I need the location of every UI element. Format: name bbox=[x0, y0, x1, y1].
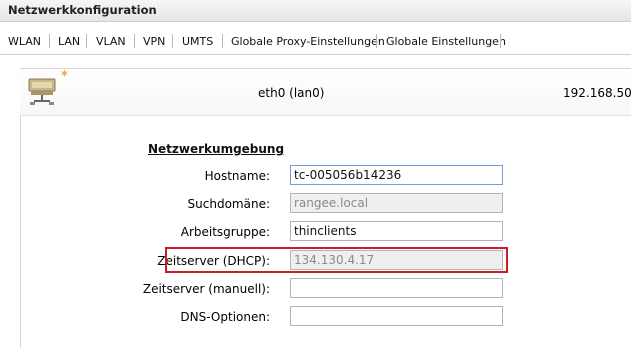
workgroup-label: Arbeitsgruppe: bbox=[180, 225, 270, 239]
interface-row[interactable]: * eth0 (lan0) 192.168.50.2 bbox=[20, 69, 631, 116]
hostname-input[interactable] bbox=[290, 165, 503, 185]
modified-marker: * bbox=[61, 69, 68, 84]
tab-lan[interactable]: LAN bbox=[58, 35, 80, 48]
tab-separator bbox=[134, 34, 135, 48]
tab-separator bbox=[86, 34, 87, 48]
tab-wlan[interactable]: WLAN bbox=[8, 35, 41, 48]
tab-vlan[interactable]: VLAN bbox=[96, 35, 126, 48]
timeserver-manual-label: Zeitserver (manuell): bbox=[142, 282, 270, 296]
workgroup-input[interactable] bbox=[290, 221, 503, 241]
tab-separator bbox=[49, 34, 50, 48]
tab-global-proxy-settings[interactable]: Globale Proxy-Einstellungen bbox=[231, 35, 385, 48]
interface-ip: 192.168.50.2 bbox=[563, 86, 631, 100]
window-titlebar: Netzwerkkonfiguration bbox=[0, 0, 631, 22]
hostname-label: Hostname: bbox=[204, 169, 270, 183]
network-adapter-icon bbox=[28, 78, 56, 105]
window-title: Netzwerkkonfiguration bbox=[8, 3, 157, 17]
tab-bar: WLAN LAN VLAN VPN UMTS Globale Proxy-Ein… bbox=[0, 27, 631, 55]
tab-separator bbox=[222, 34, 223, 48]
search-domain-label: Suchdomäne: bbox=[187, 197, 270, 211]
search-domain-input[interactable] bbox=[290, 193, 503, 213]
dns-options-label: DNS-Optionen: bbox=[180, 310, 270, 324]
highlight-box bbox=[165, 247, 508, 273]
interface-name: eth0 (lan0) bbox=[258, 86, 325, 100]
tab-vpn[interactable]: VPN bbox=[143, 35, 165, 48]
timeserver-manual-input[interactable] bbox=[290, 278, 503, 298]
section-heading: Netzwerkumgebung bbox=[148, 142, 285, 156]
tab-umts[interactable]: UMTS bbox=[182, 35, 213, 48]
tab-separator bbox=[172, 34, 173, 48]
tab-separator bbox=[500, 34, 501, 48]
tab-separator bbox=[376, 34, 377, 48]
dns-options-input[interactable] bbox=[290, 306, 503, 326]
tab-global-settings[interactable]: Globale Einstellungen bbox=[386, 35, 506, 48]
